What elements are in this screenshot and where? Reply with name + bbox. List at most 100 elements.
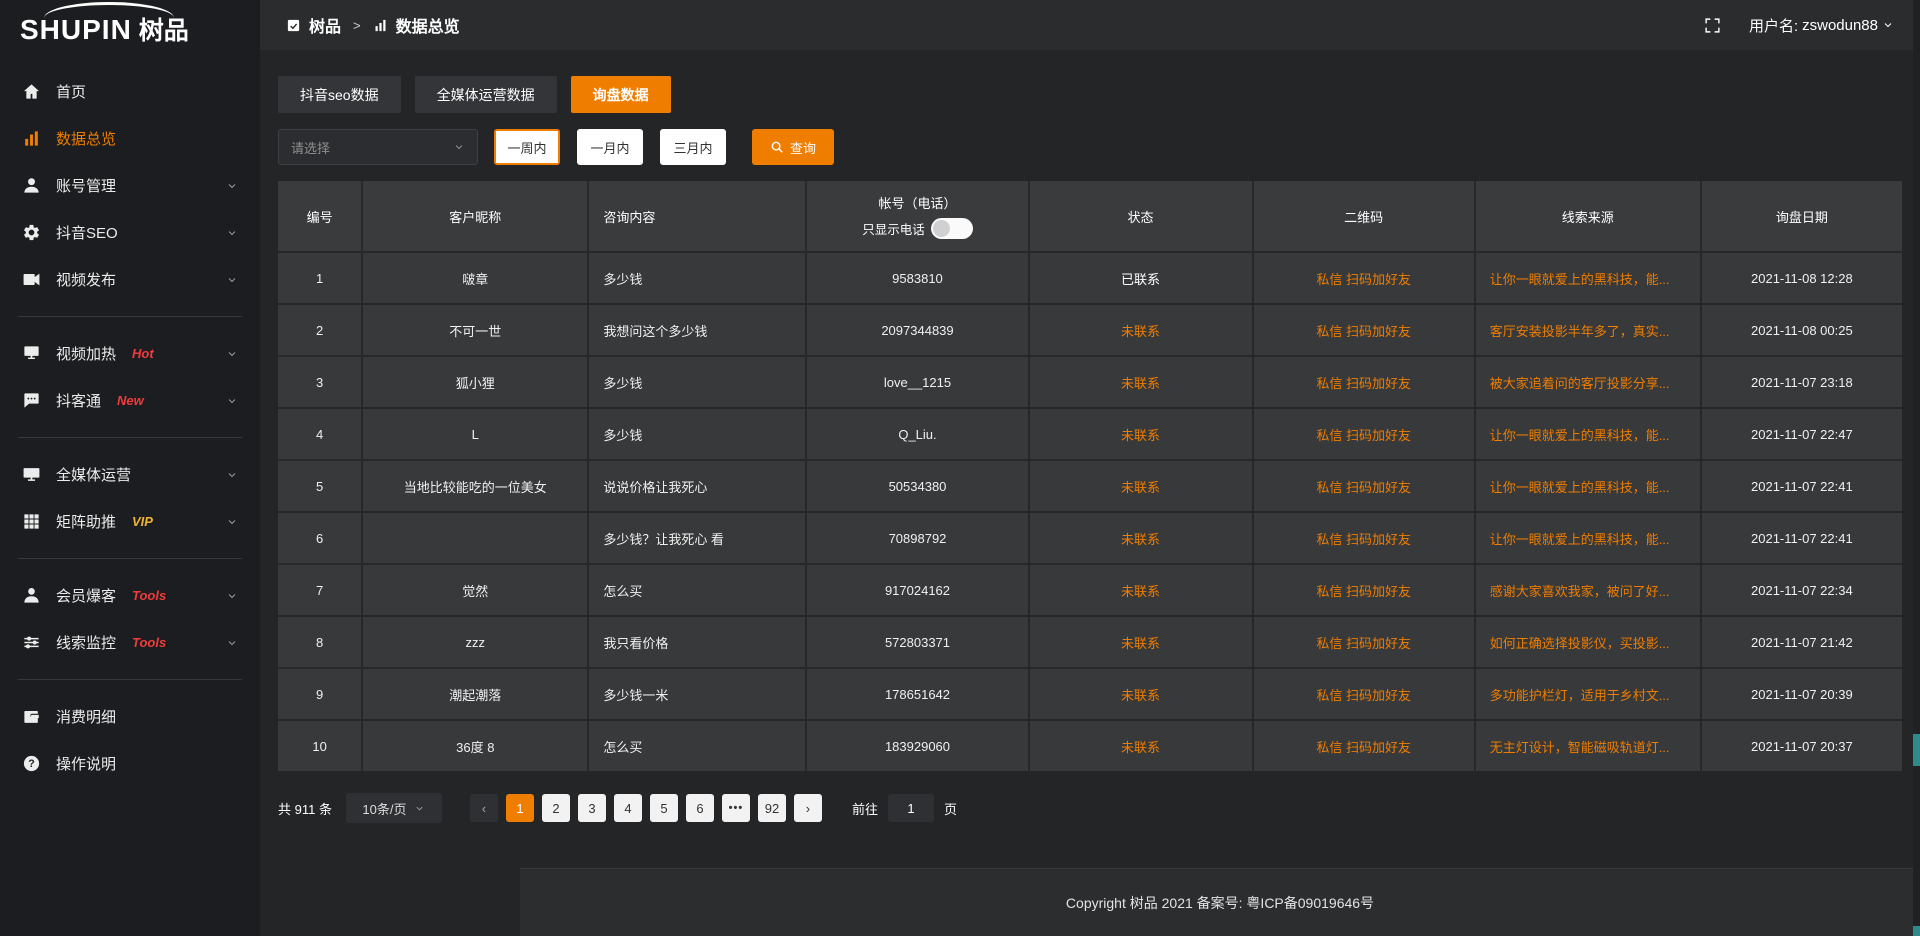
svg-text:?: ? xyxy=(28,758,35,770)
data-table: 编号 客户昵称 咨询内容 帐号（电话） 只显示电话 状态 二维码 线索来源 询盘… xyxy=(278,181,1902,771)
logo-text-en: SHUPIN xyxy=(20,14,132,46)
sidebar-item-2[interactable]: 账号管理 xyxy=(0,162,260,209)
cell-id: 9 xyxy=(278,669,361,719)
cell-account: 178651642 xyxy=(807,669,1027,719)
prev-page-button[interactable]: ‹ xyxy=(470,794,498,822)
cell-source-link[interactable]: 让你一眼就爱上的黑科技，能... xyxy=(1476,409,1700,459)
tab-0[interactable]: 抖音seo数据 xyxy=(278,76,401,113)
cell-date: 2021-11-07 22:34 xyxy=(1702,565,1902,615)
tabs-row: 抖音seo数据全媒体运营数据询盘数据 xyxy=(278,76,1902,113)
range-button-0[interactable]: 一周内 xyxy=(494,129,560,165)
cell-qrcode-link[interactable]: 私信 扫码加好友 xyxy=(1254,513,1474,563)
question-icon: ? xyxy=(22,754,41,773)
cell-qrcode-link[interactable]: 私信 扫码加好友 xyxy=(1254,253,1474,303)
cell-source-link[interactable]: 客厅安装投影半年多了，真实... xyxy=(1476,305,1700,355)
cell-qrcode-link[interactable]: 私信 扫码加好友 xyxy=(1254,669,1474,719)
sidebar-item-0[interactable]: 首页 xyxy=(0,68,260,115)
cell-source-link[interactable]: 如何正确选择投影仪，买投影... xyxy=(1476,617,1700,667)
sidebar-item-label: 账号管理 xyxy=(56,175,116,196)
cell-nickname: zzz xyxy=(363,617,587,667)
cell-date: 2021-11-07 20:39 xyxy=(1702,669,1902,719)
page-button-1[interactable]: 1 xyxy=(506,794,534,822)
sidebar-item-1[interactable]: 数据总览 xyxy=(0,115,260,162)
page-button-5[interactable]: 5 xyxy=(650,794,678,822)
scrollbar-corner xyxy=(1913,926,1920,936)
cell-qrcode-link[interactable]: 私信 扫码加好友 xyxy=(1254,721,1474,771)
cell-status: 未联系 xyxy=(1030,461,1252,511)
sidebar-item-9[interactable]: 会员爆客Tools xyxy=(0,572,260,619)
cell-qrcode-link[interactable]: 私信 扫码加好友 xyxy=(1254,617,1474,667)
fullscreen-icon[interactable] xyxy=(1704,17,1721,34)
cell-id: 2 xyxy=(278,305,361,355)
cell-source-link[interactable]: 感谢大家喜欢我家，被问了好... xyxy=(1476,565,1700,615)
sidebar-item-11[interactable]: 消费明细 xyxy=(0,693,260,740)
col-header-date: 询盘日期 xyxy=(1702,181,1902,251)
range-button-2[interactable]: 三月内 xyxy=(660,129,726,165)
tab-1[interactable]: 全媒体运营数据 xyxy=(415,76,557,113)
cell-source-link[interactable]: 让你一眼就爱上的黑科技，能... xyxy=(1476,461,1700,511)
sidebar-item-4[interactable]: 视频发布 xyxy=(0,256,260,303)
cell-qrcode-link[interactable]: 私信 扫码加好友 xyxy=(1254,461,1474,511)
tab-2[interactable]: 询盘数据 xyxy=(571,76,671,113)
cell-nickname: 当地比较能吃的一位美女 xyxy=(363,461,587,511)
page-button-6[interactable]: 6 xyxy=(686,794,714,822)
page-button-92[interactable]: 92 xyxy=(758,794,786,822)
more-pages-button[interactable]: ••• xyxy=(722,794,750,822)
cell-id: 8 xyxy=(278,617,361,667)
badge-hot: Hot xyxy=(132,346,154,361)
sidebar-item-10[interactable]: 线索监控Tools xyxy=(0,619,260,666)
breadcrumb-root[interactable]: 树品 xyxy=(309,13,341,37)
sidebar-item-label: 视频加热 xyxy=(56,343,116,364)
table-row: 8zzz我只看价格572803371未联系私信 扫码加好友如何正确选择投影仪，买… xyxy=(278,617,1902,667)
col-header-account: 帐号（电话） 只显示电话 xyxy=(807,181,1027,251)
page-size-select[interactable]: 10条/页 xyxy=(346,793,442,823)
table-row: 7觉然怎么买917024162未联系私信 扫码加好友感谢大家喜欢我家，被问了好.… xyxy=(278,565,1902,615)
page-button-2[interactable]: 2 xyxy=(542,794,570,822)
scrollbar-thumb[interactable] xyxy=(1913,734,1920,766)
bar-chart-icon xyxy=(373,18,388,33)
cell-qrcode-link[interactable]: 私信 扫码加好友 xyxy=(1254,357,1474,407)
sidebar-item-label: 矩阵助推 xyxy=(56,511,116,532)
sidebar-item-12[interactable]: ?操作说明 xyxy=(0,740,260,787)
cell-source-link[interactable]: 让你一眼就爱上的黑科技，能... xyxy=(1476,513,1700,563)
username-label: 用户名: xyxy=(1749,15,1798,36)
col-header-qrcode: 二维码 xyxy=(1254,181,1474,251)
cell-content: 多少钱 xyxy=(589,253,805,303)
col-header-id: 编号 xyxy=(278,181,361,251)
goto-page-input[interactable] xyxy=(888,794,934,822)
user-menu[interactable]: 用户名: zswodun88 xyxy=(1749,15,1894,36)
cell-status: 未联系 xyxy=(1030,305,1252,355)
cell-nickname: L xyxy=(363,409,587,459)
sidebar-item-8[interactable]: 矩阵助推VIP xyxy=(0,498,260,545)
logo-arc-decoration xyxy=(44,2,174,18)
scrollbar-track[interactable] xyxy=(1913,0,1920,936)
next-page-button[interactable]: › xyxy=(794,794,822,822)
member-icon xyxy=(22,586,41,605)
range-button-1[interactable]: 一月内 xyxy=(577,129,643,165)
cell-source-link[interactable]: 被大家追着问的客厅投影分享... xyxy=(1476,357,1700,407)
sidebar-item-3[interactable]: 抖音SEO xyxy=(0,209,260,256)
badge-tools: Tools xyxy=(132,635,166,650)
pagination-total: 共 911 条 xyxy=(278,799,332,818)
cell-source-link[interactable]: 多功能护栏灯，适用于乡村文... xyxy=(1476,669,1700,719)
cell-source-link[interactable]: 让你一眼就爱上的黑科技，能... xyxy=(1476,253,1700,303)
table-row: 1036度 8怎么买183929060未联系私信 扫码加好友无主灯设计，智能磁吸… xyxy=(278,721,1902,771)
sidebar-item-5[interactable]: 视频加热 Hot xyxy=(0,330,260,377)
sidebar-item-7[interactable]: 全媒体运营 xyxy=(0,451,260,498)
screen-icon xyxy=(22,344,41,363)
page-button-3[interactable]: 3 xyxy=(578,794,606,822)
cell-content: 怎么买 xyxy=(589,721,805,771)
cell-qrcode-link[interactable]: 私信 扫码加好友 xyxy=(1254,565,1474,615)
sidebar-item-label: 抖音SEO xyxy=(56,222,118,243)
cell-status: 已联系 xyxy=(1030,253,1252,303)
cell-qrcode-link[interactable]: 私信 扫码加好友 xyxy=(1254,409,1474,459)
sidebar-item-6[interactable]: 抖客通New xyxy=(0,377,260,424)
page-button-4[interactable]: 4 xyxy=(614,794,642,822)
cell-status: 未联系 xyxy=(1030,409,1252,459)
query-button[interactable]: 查询 xyxy=(752,129,834,165)
app-logo[interactable]: SHUPIN 树品 xyxy=(0,0,260,58)
cell-source-link[interactable]: 无主灯设计，智能磁吸轨道灯... xyxy=(1476,721,1700,771)
phone-only-toggle[interactable] xyxy=(931,218,973,239)
cell-qrcode-link[interactable]: 私信 扫码加好友 xyxy=(1254,305,1474,355)
filter-select[interactable]: 请选择 xyxy=(278,129,478,165)
